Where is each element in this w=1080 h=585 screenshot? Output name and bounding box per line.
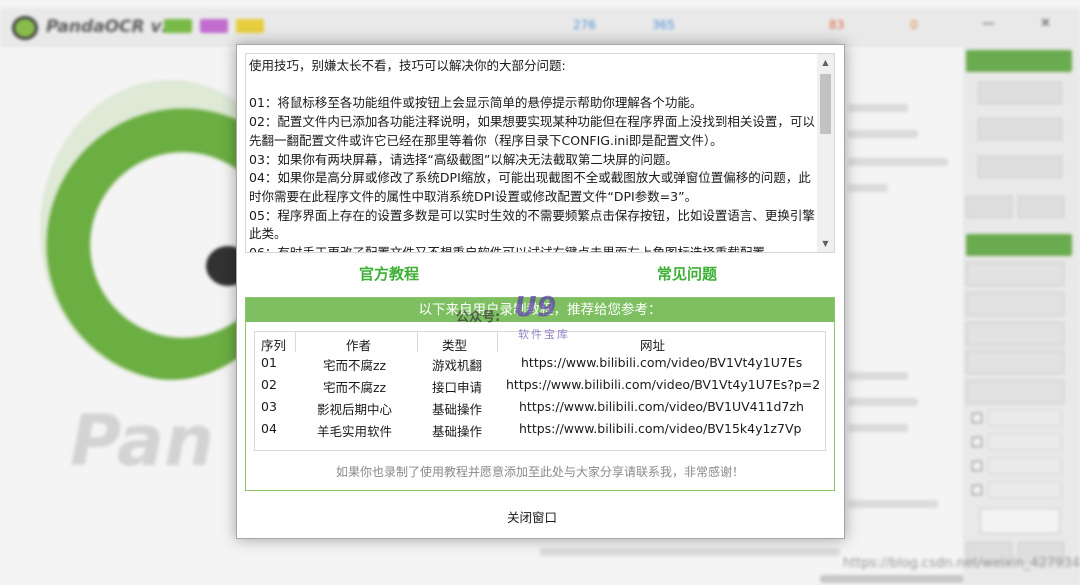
scroll-down-icon[interactable]: ▼ bbox=[817, 235, 834, 252]
close-window-button[interactable]: 关闭窗口 bbox=[507, 507, 557, 526]
cell-type: 游戏机翻 bbox=[432, 358, 483, 373]
watermark-prefix: 公众号: bbox=[456, 310, 501, 325]
column-divider bbox=[417, 332, 418, 352]
watermark-suffix: 软件宝库 bbox=[518, 328, 570, 341]
cell-seq: 03 bbox=[261, 399, 277, 414]
tips-textarea[interactable]: 使用技巧，别嫌太长不看，技巧可以解决你的大部分问题: 01：将鼠标移至各功能组件… bbox=[245, 53, 835, 253]
u9-watermark: 公众号: U9 软件宝库 bbox=[456, 290, 606, 346]
cell-url[interactable]: https://www.bilibili.com/video/BV15k4y1z… bbox=[519, 421, 801, 436]
recommend-footer: 如果你也录制了使用教程并愿意添加至此处与大家分享请联系我，非常感谢！ bbox=[335, 465, 744, 479]
cell-url[interactable]: https://www.bilibili.com/video/BV1Vt4y1U… bbox=[521, 355, 802, 370]
u9-logo: U9 bbox=[514, 290, 557, 323]
tips-scrollbar[interactable]: ▲ ▼ bbox=[817, 54, 834, 252]
column-divider bbox=[295, 332, 296, 352]
column-header-url: 网址 bbox=[640, 338, 666, 353]
cell-seq: 04 bbox=[261, 421, 277, 436]
official-tutorial-link[interactable]: 官方教程 bbox=[359, 263, 419, 284]
cell-type: 接口申请 bbox=[432, 380, 483, 395]
column-header-seq: 序列 bbox=[261, 338, 287, 353]
table-row[interactable]: 04 羊毛实用软件 基础操作 https://www.bilibili.com/… bbox=[255, 421, 825, 442]
cell-type: 基础操作 bbox=[432, 402, 483, 417]
cell-seq: 01 bbox=[261, 355, 277, 370]
cell-author: 宅而不腐zz bbox=[323, 380, 387, 395]
cell-url[interactable]: https://www.bilibili.com/video/BV1Vt4y1U… bbox=[506, 377, 820, 392]
cell-author: 影视后期中心 bbox=[317, 402, 393, 417]
cell-url[interactable]: https://www.bilibili.com/video/BV1UV411d… bbox=[519, 399, 804, 414]
scroll-thumb[interactable] bbox=[820, 74, 831, 134]
tutorial-table: 序列 作者 类型 网址 01 宅而不腐zz 游戏机翻 https://www.b… bbox=[254, 331, 826, 451]
table-row[interactable]: 02 宅而不腐zz 接口申请 https://www.bilibili.com/… bbox=[255, 377, 825, 398]
scroll-up-icon[interactable]: ▲ bbox=[817, 54, 834, 71]
cell-type: 基础操作 bbox=[432, 424, 483, 439]
cell-seq: 02 bbox=[261, 377, 277, 392]
table-row[interactable]: 01 宅而不腐zz 游戏机翻 https://www.bilibili.com/… bbox=[255, 355, 825, 376]
tips-text: 使用技巧，别嫌太长不看，技巧可以解决你的大部分问题: 01：将鼠标移至各功能组件… bbox=[249, 58, 815, 253]
table-row[interactable]: 03 影视后期中心 基础操作 https://www.bilibili.com/… bbox=[255, 399, 825, 420]
faq-link[interactable]: 常见问题 bbox=[657, 263, 717, 284]
cell-author: 宅而不腐zz bbox=[323, 358, 387, 373]
column-header-author: 作者 bbox=[346, 338, 372, 353]
cell-author: 羊毛实用软件 bbox=[317, 424, 393, 439]
